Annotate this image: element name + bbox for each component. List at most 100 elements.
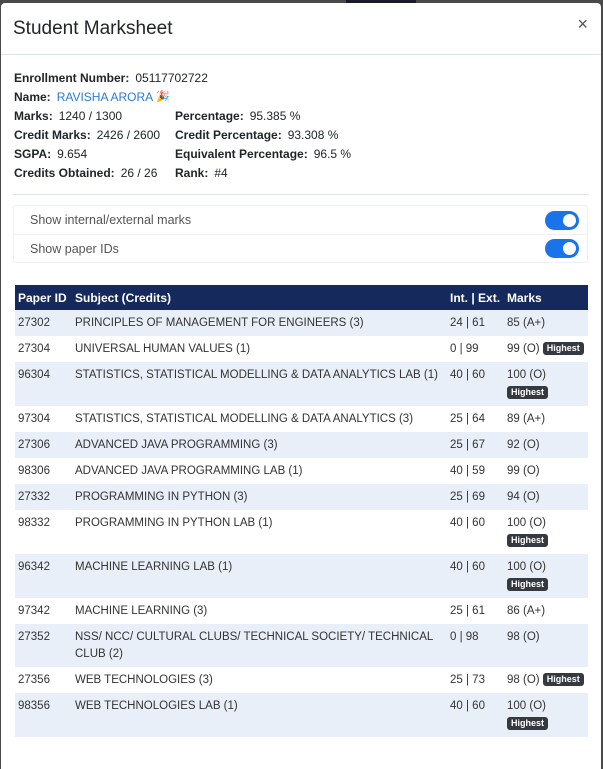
paper-id-cell: 98306 bbox=[18, 465, 50, 477]
internal-external-switch[interactable] bbox=[545, 210, 579, 230]
marks-cell: 85 (A+) bbox=[504, 310, 588, 336]
table-row: 98332 PROGRAMMING IN PYTHON LAB (1) 40 | 6… bbox=[15, 510, 588, 554]
marks-cell: 86 (A+) bbox=[504, 598, 588, 624]
paper-id-cell: 27332 bbox=[15, 484, 72, 510]
toggle-internal-external: Show internal/external marks bbox=[14, 206, 587, 234]
student-name-link[interactable]: RAVISHA ARORA bbox=[57, 88, 153, 107]
int-ext-cell: 25 | 64 bbox=[450, 413, 485, 425]
table-row: 27306 ADVANCED JAVA PROGRAMMING (3) 25 | 6… bbox=[15, 432, 588, 458]
header-int-ext: Int. | Ext. bbox=[447, 285, 504, 310]
header-subject: Subject (Credits) bbox=[72, 285, 447, 310]
toggle-paper-ids: Show paper IDs bbox=[14, 234, 587, 262]
subject-cell: STATISTICS, STATISTICAL MODELLING & DATA… bbox=[72, 362, 447, 406]
rank-value: #4 bbox=[214, 166, 228, 180]
marks-cell: 98 (O) Highest bbox=[504, 667, 588, 693]
equiv-percentage-label: Equivalent Percentage: bbox=[175, 147, 308, 161]
highest-badge: Highest bbox=[542, 673, 584, 686]
int-ext-cell: 25 | 67 bbox=[447, 432, 504, 458]
toggle-label: Show internal/external marks bbox=[30, 213, 192, 227]
divider bbox=[13, 194, 589, 195]
int-ext-cell: 24 | 61 bbox=[447, 310, 504, 336]
marks-cell: 94 (O) bbox=[504, 484, 588, 510]
party-icon: 🎉 bbox=[156, 91, 170, 103]
subject-cell: WEB TECHNOLOGIES LAB (1) bbox=[72, 693, 447, 737]
subject-cell: PROGRAMMING IN PYTHON LAB (1) bbox=[75, 517, 273, 529]
subject-cell: STATISTICS, STATISTICAL MODELLING & DATA… bbox=[75, 413, 414, 425]
marks-value: 100 (O) bbox=[507, 517, 546, 529]
subject-cell: UNIVERSAL HUMAN VALUES (1) bbox=[75, 343, 251, 355]
int-ext-cell: 40 | 60 bbox=[447, 362, 504, 406]
subject-cell: NSS/ NCC/ CULTURAL CLUBS/ TECHNICAL SOCI… bbox=[72, 624, 447, 667]
marks-value: 94 (O) bbox=[507, 491, 540, 503]
marks-value: 98 (O) bbox=[507, 631, 540, 643]
percentage-value: 95.385 % bbox=[249, 109, 301, 123]
equiv-percentage-value: 96.5 % bbox=[313, 147, 352, 161]
percentage-label: Percentage: bbox=[175, 109, 244, 123]
int-ext-cell: 0 | 98 bbox=[447, 624, 504, 667]
modal-header: Student Marksheet × bbox=[1, 3, 601, 55]
paper-id-cell: 27302 bbox=[15, 310, 72, 336]
close-button[interactable]: × bbox=[577, 15, 588, 33]
paper-id-cell: 27356 bbox=[18, 674, 50, 686]
paper-id-cell: 27306 bbox=[15, 432, 72, 458]
marks-value: 100 (O) bbox=[507, 369, 546, 381]
int-ext-cell: 40 | 60 bbox=[447, 554, 504, 598]
int-ext-cell: 25 | 69 bbox=[447, 484, 504, 510]
student-info: Enrollment Number: 05117702722 Name: RAVIS… bbox=[1, 55, 601, 183]
subject-cell: MACHINE LEARNING LAB (1) bbox=[72, 554, 447, 598]
int-ext-cell: 0 | 99 bbox=[450, 343, 479, 355]
marks-value: 100 (O) bbox=[507, 561, 546, 573]
marks-cell: 99 (O) bbox=[504, 458, 588, 484]
marks-cell: 100 (O) Highest bbox=[504, 362, 588, 406]
highest-badge: Highest bbox=[507, 534, 549, 547]
marks-value: 100 (O) bbox=[507, 700, 546, 712]
rank-label: Rank: bbox=[175, 166, 209, 180]
highest-badge: Highest bbox=[507, 578, 549, 591]
highest-badge: Highest bbox=[507, 386, 549, 399]
table-row: 97304 STATISTICS, STATISTICAL MODELLING &… bbox=[15, 406, 588, 432]
marks-value: 1240 / 1300 bbox=[58, 109, 123, 123]
table-row: 27356 WEB TECHNOLOGIES (3) 25 | 73 98 (O) H… bbox=[15, 667, 588, 693]
subject-cell: PROGRAMMING IN PYTHON (3) bbox=[72, 484, 447, 510]
marks-cell: 99 (O) Highest bbox=[504, 336, 588, 362]
credit-percentage-value: 93.308 % bbox=[287, 128, 339, 142]
highest-badge: Highest bbox=[542, 342, 584, 355]
subject-cell: ADVANCED JAVA PROGRAMMING LAB (1) bbox=[75, 465, 303, 477]
marks-value: 86 (A+) bbox=[507, 605, 546, 617]
table-row: 27304 UNIVERSAL HUMAN VALUES (1) 0 | 99 99 … bbox=[15, 336, 588, 362]
sgpa-label: SGPA: bbox=[14, 147, 52, 161]
marks-cell: 100 (O) Highest bbox=[504, 510, 588, 554]
paper-id-cell: 97342 bbox=[18, 605, 50, 617]
int-ext-cell: 40 | 60 bbox=[447, 693, 504, 737]
int-ext-cell: 25 | 73 bbox=[450, 674, 485, 686]
table-header-row: Paper ID Subject (Credits) Int. | Ext. M… bbox=[15, 285, 588, 310]
marks-cell: 89 (A+) bbox=[504, 406, 588, 432]
marks-cell: 100 (O) Highest bbox=[504, 554, 588, 598]
credits-value: 26 / 26 bbox=[120, 166, 158, 180]
paper-id-cell: 98332 bbox=[18, 517, 50, 529]
enrollment-value: 05117702722 bbox=[135, 71, 208, 85]
subject-cell: WEB TECHNOLOGIES (3) bbox=[75, 674, 213, 686]
subject-cell: ADVANCED JAVA PROGRAMMING (3) bbox=[72, 432, 447, 458]
sgpa-value: 9.654 bbox=[57, 147, 88, 161]
table-row: 27352 NSS/ NCC/ CULTURAL CLUBS/ TECHNICAL… bbox=[15, 624, 588, 667]
table-row: 98306 ADVANCED JAVA PROGRAMMING LAB (1) 40… bbox=[15, 458, 588, 484]
marks-cell: 100 (O) Highest bbox=[504, 693, 588, 737]
int-ext-cell: 40 | 59 bbox=[450, 465, 485, 477]
modal-title: Student Marksheet bbox=[13, 18, 173, 39]
table-row: 96304 STATISTICS, STATISTICAL MODELLING &… bbox=[15, 362, 588, 406]
paper-ids-switch[interactable] bbox=[545, 239, 579, 258]
table-row: 27332 PROGRAMMING IN PYTHON (3) 25 | 69 94 … bbox=[15, 484, 588, 510]
table-row: 96342 MACHINE LEARNING LAB (1) 40 | 60 100 … bbox=[15, 554, 588, 598]
credits-label: Credits Obtained: bbox=[14, 166, 115, 180]
table-row: 27302 PRINCIPLES OF MANAGEMENT FOR ENGINE… bbox=[15, 310, 588, 336]
marks-value: 85 (A+) bbox=[507, 317, 546, 329]
enrollment-label: Enrollment Number: bbox=[14, 71, 130, 85]
header-marks: Marks bbox=[504, 285, 588, 310]
toggle-group: Show internal/external marks Show paper … bbox=[13, 205, 588, 263]
table-row: 98356 WEB TECHNOLOGIES LAB (1) 40 | 60 100 … bbox=[15, 693, 588, 737]
marks-value: 92 (O) bbox=[507, 439, 540, 451]
header-paper-id: Paper ID bbox=[15, 285, 72, 310]
credit-percentage-label: Credit Percentage: bbox=[175, 128, 282, 142]
name-label: Name: bbox=[14, 90, 51, 104]
